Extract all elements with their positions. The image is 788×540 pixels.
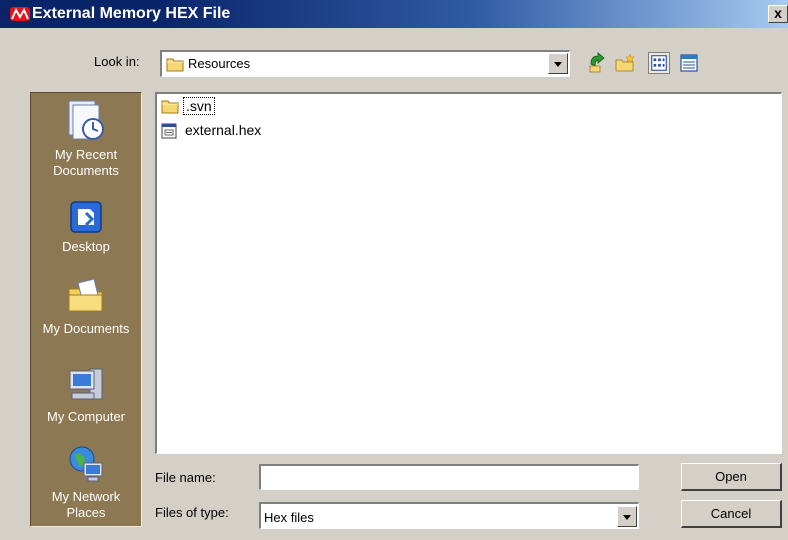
place-my-documents[interactable]: My Documents [31,277,141,337]
look-in-dropdown-button[interactable] [548,53,568,74]
file-name-label: File name: [155,470,216,485]
files-of-type-dropdown[interactable]: Hex files [259,502,639,529]
close-button[interactable]: x [768,5,788,23]
cancel-button[interactable]: Cancel [681,500,782,528]
look-in-dropdown[interactable]: Resources [160,50,570,77]
new-folder-icon[interactable] [614,52,636,74]
files-of-type-dropdown-button[interactable] [617,506,637,527]
details-view-icon[interactable] [678,52,700,74]
file-list[interactable]: .svn external.hex [155,92,782,454]
look-in-label: Look in: [94,54,140,69]
places-bar: My Recent Documents Desktop My Documents [30,92,142,527]
hex-file-icon [161,123,177,139]
network-places-icon [69,446,103,482]
folder-icon [161,100,179,114]
open-button[interactable]: Open [681,463,782,491]
file-name: external.hex [185,122,262,138]
recent-documents-icon [68,100,104,140]
place-label: My Network Places [51,489,121,520]
files-of-type-value: Hex files [264,510,314,525]
up-one-level-icon[interactable] [587,52,609,74]
my-documents-icon [68,278,103,312]
look-in-value: Resources [188,56,251,71]
chevron-down-icon [554,62,562,67]
place-my-computer[interactable]: My Computer [31,365,141,425]
files-of-type-label: Files of type: [155,505,229,520]
place-my-network-places[interactable]: My Network Places [31,445,141,521]
list-view-icon[interactable] [648,52,670,74]
window-title: External Memory HEX File [32,5,231,22]
open-file-dialog: External Memory HEX File x Look in: Reso… [0,0,788,540]
place-my-recent-documents[interactable]: My Recent Documents [31,97,141,179]
folder-icon [166,58,184,72]
microchip-logo-icon [10,7,30,21]
title-bar[interactable]: External Memory HEX File x [0,0,788,28]
place-label: My Documents [42,321,130,336]
place-desktop[interactable]: Desktop [31,199,141,255]
my-computer-icon [69,368,103,400]
place-label: My Computer [46,409,126,424]
file-name-input[interactable] [259,464,639,490]
place-label: Desktop [62,239,110,254]
chevron-down-icon [623,515,631,520]
file-name: .svn [183,97,215,115]
place-label: My Recent Documents [53,147,119,178]
desktop-icon [70,201,102,233]
